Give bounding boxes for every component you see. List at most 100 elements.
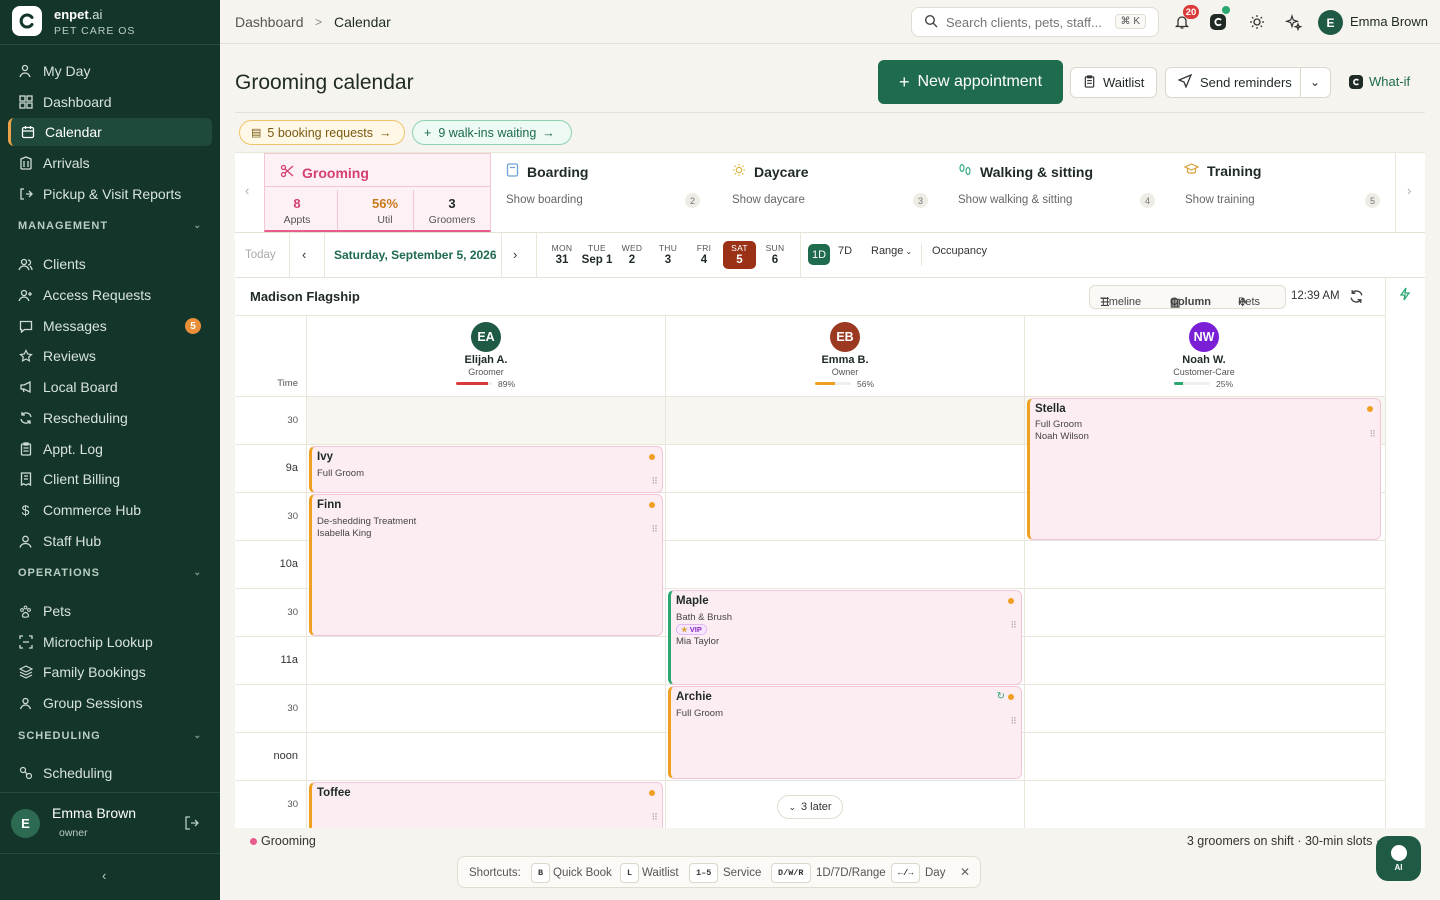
drag-handle-icon[interactable]: ⠿: [1010, 621, 1017, 630]
section-scheduling[interactable]: SCHEDULING ⌄: [18, 730, 202, 742]
drag-handle-icon[interactable]: ⠿: [651, 477, 658, 486]
status-dot: [649, 790, 655, 796]
appointment-card[interactable]: Stella Full Groom Noah Wilson ⠿: [1027, 398, 1381, 540]
show-training-toggle[interactable]: Show training: [1185, 194, 1255, 206]
drag-handle-icon[interactable]: ⠿: [1010, 717, 1017, 726]
appointment-card[interactable]: Ivy Full Groom ⠿: [309, 446, 663, 493]
booking-requests-pill[interactable]: ▤ 5 booking requests →: [239, 120, 405, 145]
appointment-card[interactable]: Archie Full Groom ↻ ⠿: [668, 686, 1022, 779]
search-input[interactable]: [946, 14, 1106, 30]
status-dot: [1008, 694, 1014, 700]
breadcrumb-calendar: Calendar: [334, 14, 391, 30]
sidebar-item-rescheduling[interactable]: Rescheduling: [8, 404, 212, 432]
appointment-card[interactable]: Finn De-shedding Treatment Isabella King…: [309, 494, 663, 636]
user-name[interactable]: Emma Brown: [1350, 14, 1428, 29]
avatar[interactable]: E: [11, 809, 40, 838]
walkins-waiting-pill[interactable]: +9 walk-ins waiting →: [412, 120, 572, 145]
drag-handle-icon[interactable]: ⠿: [1369, 430, 1376, 439]
previous-day-button[interactable]: ‹: [302, 247, 306, 262]
tab-daycare[interactable]: Daycare Show daycare 3: [717, 153, 943, 232]
sidebar-item-messages[interactable]: Messages 5: [8, 312, 212, 340]
users-icon: [18, 257, 33, 272]
sidebar-item-reviews[interactable]: Reviews: [8, 342, 212, 370]
chevron-left-icon[interactable]: ‹: [245, 183, 249, 198]
sidebar-item-client-billing[interactable]: Client Billing: [8, 465, 212, 493]
breadcrumb-dashboard[interactable]: Dashboard: [235, 14, 304, 30]
show-boarding-toggle[interactable]: Show boarding: [506, 194, 583, 206]
chevron-right-icon[interactable]: ›: [1407, 183, 1411, 198]
stat-groomers: 3 Groomers: [428, 196, 476, 226]
enpet-app-icon[interactable]: [1208, 6, 1230, 32]
view-switcher: ☰ Timeline ▥ Column ✥ Pets: [1089, 285, 1286, 309]
close-icon[interactable]: ✕: [960, 865, 970, 879]
theme-sun-icon[interactable]: [1247, 12, 1267, 32]
occupancy-button[interactable]: Occupancy: [932, 245, 987, 257]
day-thu[interactable]: THU 3: [653, 243, 683, 266]
sidebar-item-family-bookings[interactable]: Family Bookings: [8, 658, 212, 686]
sparkles-icon[interactable]: [1283, 12, 1303, 32]
location-name[interactable]: Madison Flagship: [250, 289, 360, 304]
day-sat-selected[interactable]: SAT 5: [723, 241, 756, 269]
sidebar-item-appt-log[interactable]: Appt. Log: [8, 435, 212, 463]
day-mon[interactable]: MON 31: [547, 243, 577, 266]
sidebar-item-dashboard[interactable]: Dashboard: [8, 88, 212, 116]
search-box[interactable]: ⌘ K: [911, 7, 1159, 37]
next-day-button[interactable]: ›: [513, 247, 517, 262]
logout-icon[interactable]: [184, 815, 202, 833]
appointment-card[interactable]: Maple Bath & Brush ★ VIP Mia Taylor ⠿: [668, 590, 1022, 685]
view-range-button[interactable]: Range ⌄: [871, 245, 912, 257]
drag-handle-icon[interactable]: ⠿: [651, 813, 658, 822]
sidebar-item-group-sessions[interactable]: Group Sessions: [8, 689, 212, 717]
clipboard-icon: [18, 442, 33, 457]
section-operations[interactable]: OPERATIONS ⌄: [18, 567, 202, 579]
view-1d-button[interactable]: 1D: [808, 244, 830, 265]
tab-boarding[interactable]: Boarding Show boarding 2: [491, 153, 717, 232]
sidebar-item-clients[interactable]: Clients: [8, 250, 212, 278]
show-later-button[interactable]: ⌄ 3 later: [777, 795, 843, 819]
staff-avatar[interactable]: EB: [830, 322, 860, 352]
staff-avatar[interactable]: EA: [471, 322, 501, 352]
tab-label: Training: [1183, 163, 1261, 179]
appointment-card[interactable]: Toffee ⠿: [309, 782, 663, 828]
tab-grooming[interactable]: Grooming 8 Appts 56% Util 3 Groomers: [264, 153, 491, 232]
sidebar-item-pickup-visit-reports[interactable]: Pickup & Visit Reports: [8, 180, 212, 208]
sidebar-item-scheduling[interactable]: Scheduling: [8, 759, 212, 787]
today-button[interactable]: Today: [245, 249, 276, 261]
sidebar-item-local-board[interactable]: Local Board: [8, 373, 212, 401]
tab-training[interactable]: Training Show training 5: [1169, 153, 1395, 232]
day-wed[interactable]: WED 2: [617, 243, 647, 266]
refresh-icon[interactable]: [1349, 289, 1364, 307]
section-management[interactable]: MANAGEMENT ⌄: [18, 220, 202, 232]
view-7d-button[interactable]: 7D: [838, 245, 852, 257]
sidebar-item-staff-hub[interactable]: Staff Hub: [8, 527, 212, 555]
waitlist-button[interactable]: Waitlist: [1070, 67, 1157, 98]
day-sun[interactable]: SUN 6: [760, 243, 790, 266]
day-tue[interactable]: TUE Sep 1: [580, 243, 614, 266]
show-walking-sitting-toggle[interactable]: Show walking & sitting: [958, 194, 1072, 206]
tab-walking-sitting[interactable]: Walking & sitting Show walking & sitting…: [943, 153, 1169, 232]
avatar[interactable]: E: [1318, 10, 1343, 35]
chevron-down-icon[interactable]: ⌄: [1310, 75, 1320, 89]
sidebar-item-access-requests[interactable]: Access Requests: [8, 281, 212, 309]
enpet-logo-icon: [1349, 74, 1363, 89]
current-date[interactable]: Saturday, September 5, 2026: [334, 248, 497, 262]
sidebar-item-pets[interactable]: Pets: [8, 597, 212, 625]
collapse-sidebar-icon[interactable]: ‹: [102, 868, 106, 883]
what-if-button[interactable]: What-if: [1349, 74, 1410, 89]
ai-assistant-button[interactable]: AI: [1376, 836, 1421, 881]
sidebar-item-my-day[interactable]: My Day: [8, 57, 212, 85]
sidebar-item-microchip-lookup[interactable]: Microchip Lookup: [8, 628, 212, 656]
staff-avatar[interactable]: NW: [1189, 322, 1219, 352]
enpet-logo-icon: [12, 6, 42, 36]
send-reminders-button[interactable]: Send reminders ⌄: [1165, 67, 1331, 98]
day-fri[interactable]: FRI 4: [689, 243, 719, 266]
new-appointment-button[interactable]: + New appointment: [878, 60, 1063, 104]
lightning-icon[interactable]: [1398, 287, 1412, 304]
legend: Grooming 3 groomers on shift · 30-min sl…: [235, 828, 1385, 854]
show-daycare-toggle[interactable]: Show daycare: [732, 194, 805, 206]
sidebar-item-commerce-hub[interactable]: $ Commerce Hub: [8, 496, 212, 524]
sidebar-item-arrivals[interactable]: Arrivals: [8, 149, 212, 177]
brand[interactable]: enpet.ai PET CARE OS: [12, 6, 208, 38]
sidebar-item-calendar[interactable]: Calendar: [8, 118, 212, 146]
drag-handle-icon[interactable]: ⠿: [651, 525, 658, 534]
